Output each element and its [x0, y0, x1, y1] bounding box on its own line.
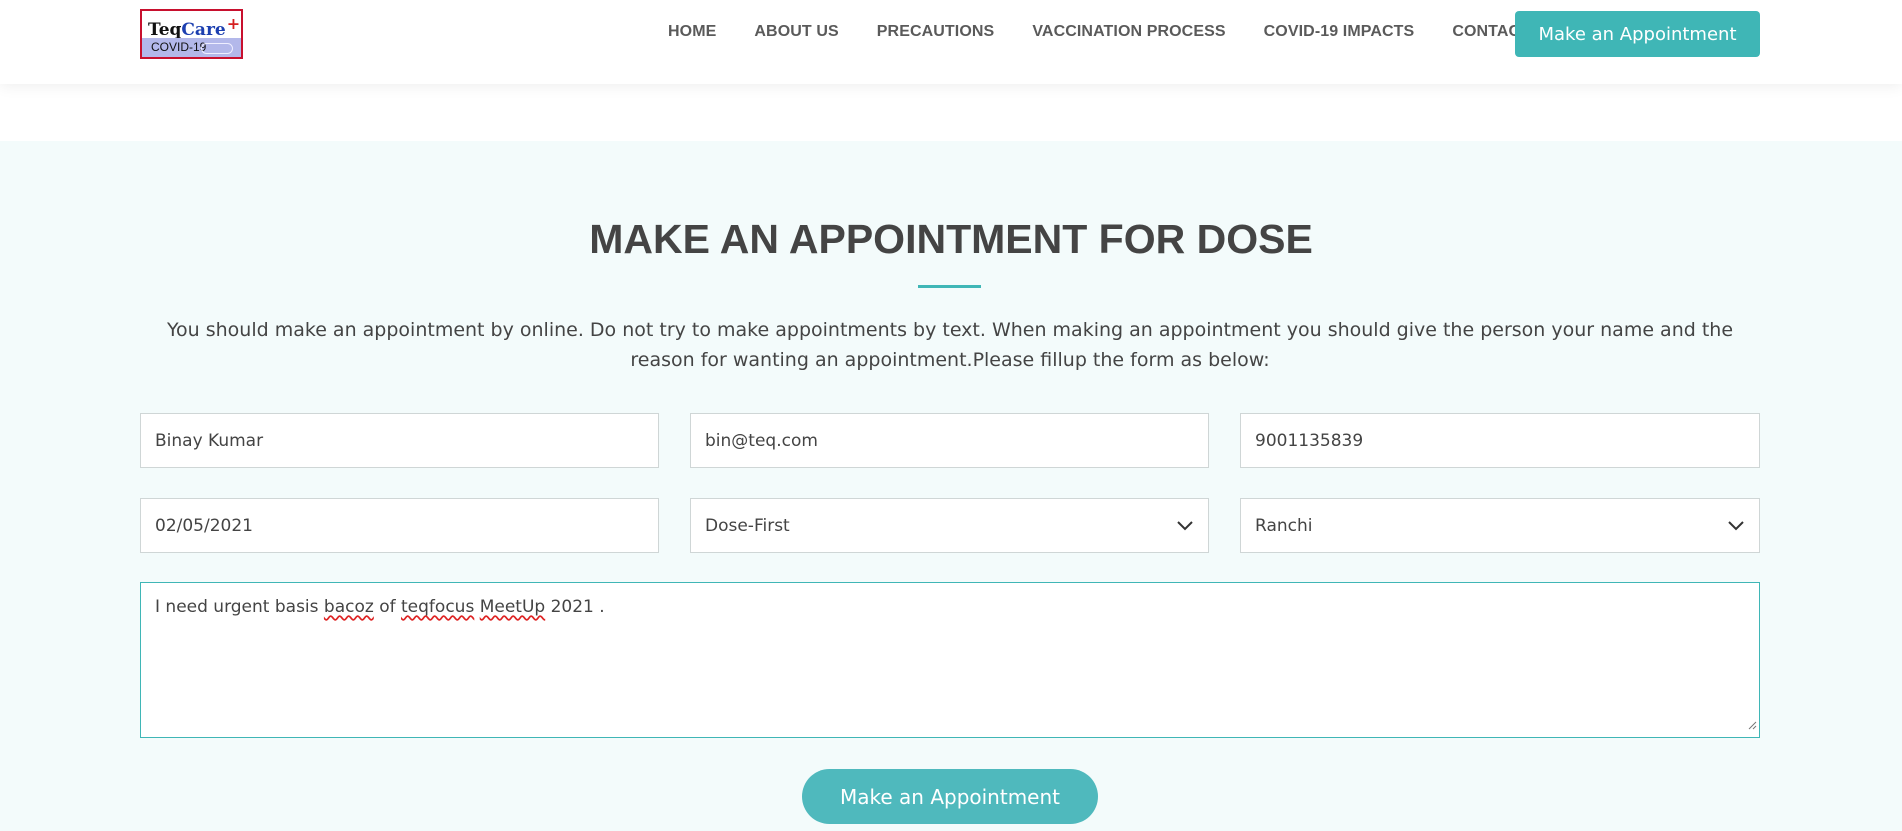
message-textarea[interactable]: I need urgent basis bacoz of teqfocus Me…: [140, 582, 1760, 738]
city-select[interactable]: Ranchi: [1240, 498, 1760, 553]
date-value: 02/05/2021: [155, 515, 253, 536]
site-header: TeqCare+ COVID-19 HOME ABOUT US PRECAUTI…: [0, 0, 1902, 84]
submit-appointment-button[interactable]: Make an Appointment: [802, 769, 1098, 824]
appointment-section: MAKE AN APPOINTMENT FOR DOSE You should …: [0, 141, 1902, 831]
appointment-intro: You should make an appointment by online…: [166, 319, 1734, 371]
title-divider: [918, 285, 981, 288]
nav-about-us[interactable]: ABOUT US: [754, 23, 838, 41]
name-value: Binay Kumar: [155, 430, 264, 451]
logo-subtitle: COVID-19: [142, 38, 241, 57]
nav-home[interactable]: HOME: [668, 23, 716, 41]
date-field[interactable]: 02/05/2021: [140, 498, 659, 553]
name-field[interactable]: Binay Kumar: [140, 413, 659, 468]
message-text: I need urgent basis bacoz of teqfocus Me…: [155, 597, 605, 617]
teqcare-logo[interactable]: TeqCare+ COVID-19: [140, 9, 243, 59]
phone-field[interactable]: 9001135839: [1240, 413, 1760, 468]
nav-precautions[interactable]: PRECAUTIONS: [877, 23, 995, 41]
email-value: bin@teq.com: [705, 430, 818, 451]
logo-wordmark: TeqCare+: [148, 14, 241, 40]
dose-select[interactable]: Dose-First: [690, 498, 1209, 553]
chevron-down-icon: [1176, 517, 1194, 535]
nav-vaccination-process[interactable]: VACCINATION PROCESS: [1032, 23, 1225, 41]
phone-value: 9001135839: [1255, 430, 1364, 451]
main-nav: HOME ABOUT US PRECAUTIONS VACCINATION PR…: [668, 23, 1530, 41]
resize-handle-icon[interactable]: [1747, 715, 1757, 735]
nav-covid-19-impacts[interactable]: COVID-19 IMPACTS: [1264, 23, 1415, 41]
dose-select-value: Dose-First: [705, 515, 790, 536]
email-field[interactable]: bin@teq.com: [690, 413, 1209, 468]
chevron-down-icon: [1727, 517, 1745, 535]
appointment-title: MAKE AN APPOINTMENT FOR DOSE: [589, 216, 1313, 262]
city-select-value: Ranchi: [1255, 515, 1313, 536]
header-appointment-button[interactable]: Make an Appointment: [1515, 11, 1760, 57]
